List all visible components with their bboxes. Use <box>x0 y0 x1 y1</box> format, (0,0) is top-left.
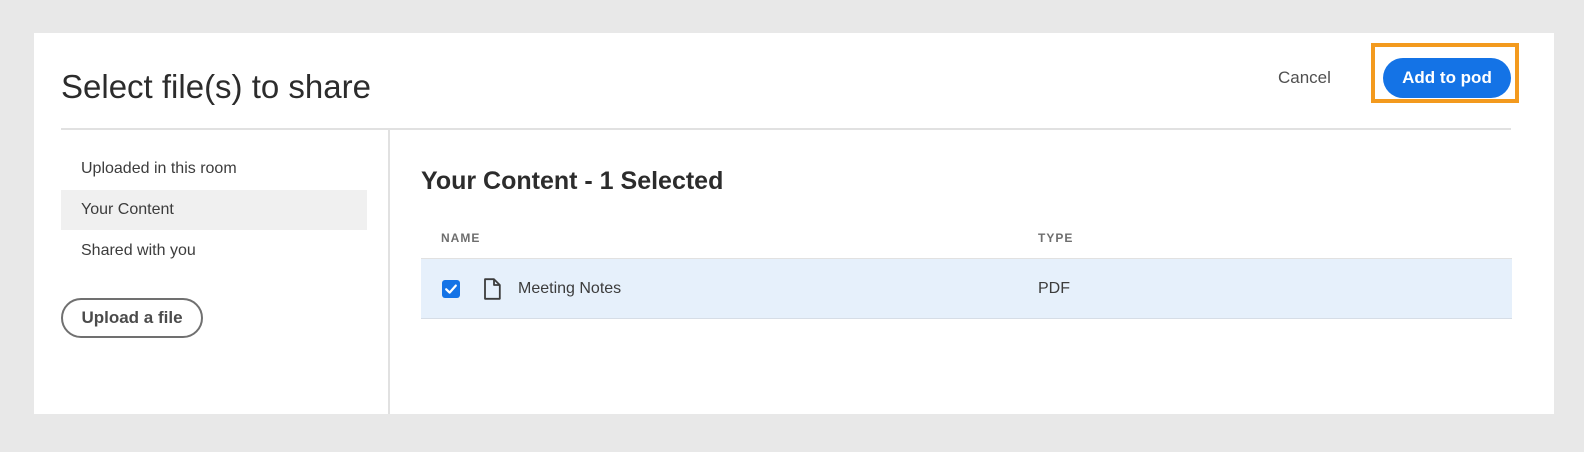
add-to-pod-button[interactable]: Add to pod <box>1383 58 1511 98</box>
sidebar-item-uploaded-in-room[interactable]: Uploaded in this room <box>61 149 367 189</box>
sidebar-item-your-content[interactable]: Your Content <box>61 190 367 230</box>
document-icon <box>483 278 501 300</box>
upload-file-button[interactable]: Upload a file <box>61 298 203 338</box>
sidebar-divider <box>388 130 390 414</box>
sidebar-item-shared-with-you[interactable]: Shared with you <box>61 231 367 271</box>
row-checkbox[interactable] <box>442 280 460 298</box>
column-header-type[interactable]: TYPE <box>1038 231 1073 245</box>
content-title: Your Content - 1 Selected <box>421 167 724 195</box>
file-name[interactable]: Meeting Notes <box>518 279 621 299</box>
file-type: PDF <box>1038 280 1070 297</box>
cancel-button[interactable]: Cancel <box>1270 63 1339 93</box>
dialog-title: Select file(s) to share <box>61 68 371 105</box>
column-header-name[interactable]: NAME <box>441 231 480 245</box>
checkmark-icon <box>445 284 457 294</box>
header-divider <box>61 128 1511 130</box>
share-dialog: Select file(s) to share Cancel Add to po… <box>34 33 1554 414</box>
table-row[interactable]: Meeting Notes PDF <box>421 259 1512 319</box>
